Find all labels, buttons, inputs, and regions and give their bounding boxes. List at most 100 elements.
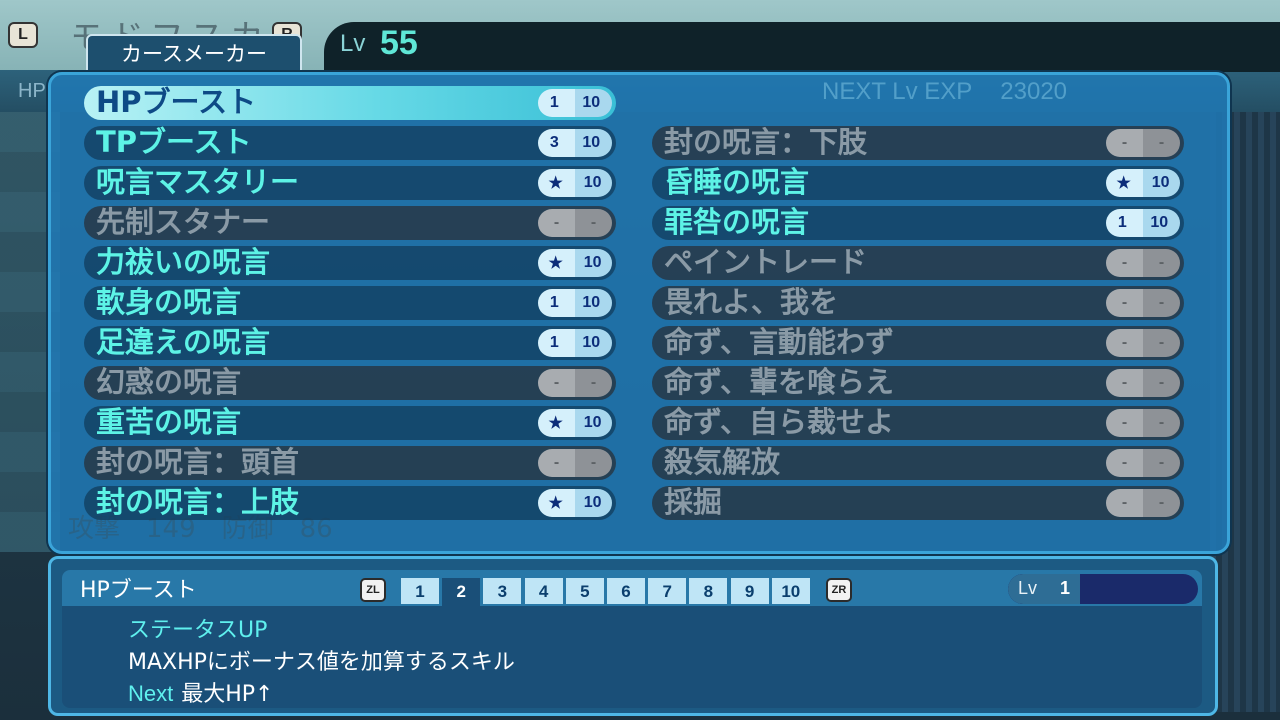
next-exp-value: 23020 bbox=[1000, 78, 1068, 105]
skill-category: ステータスUP bbox=[128, 618, 268, 643]
skill-name: 昏睡の呪言 bbox=[664, 165, 810, 199]
skill-current-level: ★ bbox=[548, 175, 563, 192]
skill-name: 重苦の呪言 bbox=[96, 405, 242, 439]
skill-max-level: 10 bbox=[1151, 174, 1170, 191]
skill-row[interactable]: 幻惑の呪言 - - bbox=[84, 365, 616, 400]
skill-level-badge: -- bbox=[1106, 489, 1180, 517]
skill-row[interactable]: HPブースト 1 10 bbox=[84, 85, 616, 120]
skill-level-badge: -- bbox=[538, 209, 612, 237]
skill-max-level: - bbox=[590, 454, 597, 471]
skill-level-badge: ★ 10 bbox=[538, 489, 612, 517]
skill-current-level: - bbox=[1121, 454, 1128, 471]
skill-name: 封の呪言：頭首 bbox=[96, 445, 300, 479]
skill-level-badge: ★ 10 bbox=[538, 169, 612, 197]
skill-current-level: - bbox=[1121, 294, 1128, 311]
level-value: 55 bbox=[380, 24, 418, 62]
level-tab[interactable]: 9 bbox=[730, 578, 769, 604]
level-tab[interactable]: 10 bbox=[771, 578, 810, 604]
level-tab[interactable]: 1 bbox=[401, 578, 439, 604]
skill-max-level: 10 bbox=[583, 494, 602, 511]
level-label: Lv bbox=[340, 30, 366, 57]
skill-current-level: - bbox=[1121, 414, 1128, 431]
level-tab[interactable]: 2 bbox=[442, 578, 481, 606]
skill-name: TPブースト bbox=[96, 125, 252, 159]
skill-max-level: - bbox=[1158, 374, 1165, 391]
skill-row[interactable]: 封の呪言：下肢 - - bbox=[652, 125, 1184, 160]
skill-max-level: - bbox=[590, 374, 597, 391]
skill-row[interactable]: 採掘 - - bbox=[652, 485, 1184, 520]
skill-level-badge: -- bbox=[1106, 289, 1180, 317]
skill-max-level: 10 bbox=[582, 94, 601, 111]
skill-name: ペイントレード bbox=[664, 245, 868, 279]
skill-level-badge: ★ 10 bbox=[538, 409, 612, 437]
skill-max-level: - bbox=[1158, 294, 1165, 311]
skill-name: 封の呪言：上肢 bbox=[96, 485, 300, 519]
skill-row[interactable]: ペイントレード - - bbox=[652, 245, 1184, 280]
skill-row[interactable]: 昏睡の呪言 ★ 10 bbox=[652, 165, 1184, 200]
level-tab[interactable]: 8 bbox=[689, 578, 728, 604]
skill-row[interactable]: 命ず、輩を喰らえ - - bbox=[652, 365, 1184, 400]
skill-name: 先制スタナー bbox=[96, 205, 271, 239]
skill-current-level: - bbox=[553, 454, 560, 471]
skill-row[interactable]: 呪言マスタリー ★ 10 bbox=[84, 165, 616, 200]
class-tab[interactable]: カースメーカー bbox=[86, 34, 302, 72]
skill-name: 幻惑の呪言 bbox=[96, 365, 242, 399]
skill-max-level: - bbox=[590, 214, 597, 231]
skill-name: 呪言マスタリー bbox=[96, 165, 300, 199]
level-tab[interactable]: 7 bbox=[648, 578, 687, 604]
skill-current-level: ★ bbox=[1116, 175, 1131, 192]
skill-current-level: - bbox=[1121, 334, 1128, 351]
skill-row[interactable]: TPブースト 3 10 bbox=[84, 125, 616, 160]
skill-row[interactable]: 畏れよ、我を - - bbox=[652, 285, 1184, 320]
next-exp: NEXT Lv EXP 23020 bbox=[822, 78, 1067, 106]
skill-row[interactable]: 足違えの呪言 1 10 bbox=[84, 325, 616, 360]
skill-current-level: - bbox=[1121, 134, 1128, 151]
skill-level-badge: 1 10 bbox=[538, 329, 612, 357]
skill-name: 命ず、輩を喰らえ bbox=[664, 365, 894, 399]
zr-button[interactable]: ZR bbox=[826, 578, 852, 602]
level-tab[interactable]: 3 bbox=[483, 578, 522, 604]
skill-current-level: - bbox=[553, 214, 560, 231]
skill-current-level: 1 bbox=[1117, 214, 1127, 231]
next-label: Next bbox=[128, 681, 174, 706]
skill-current-level: - bbox=[1121, 254, 1128, 271]
skill-level-badge: -- bbox=[538, 449, 612, 477]
level-tab[interactable]: 5 bbox=[565, 578, 604, 604]
skill-level-badge: -- bbox=[1106, 409, 1180, 437]
skill-level-badge: -- bbox=[1106, 369, 1180, 397]
skill-row[interactable]: 殺気解放 - - bbox=[652, 445, 1184, 480]
skill-current-level: - bbox=[553, 374, 560, 391]
skill-level-badge: -- bbox=[538, 369, 612, 397]
l-shoulder-button[interactable]: L bbox=[8, 22, 38, 48]
skill-row[interactable]: 封の呪言：上肢 ★ 10 bbox=[84, 485, 616, 520]
skill-max-level: - bbox=[1158, 414, 1165, 431]
skill-level-badge: 1 10 bbox=[1106, 209, 1180, 237]
skill-name: 軟身の呪言 bbox=[96, 285, 242, 319]
level-tab[interactable]: 6 bbox=[607, 578, 645, 604]
skill-row[interactable]: 命ず、自ら裁せよ - - bbox=[652, 405, 1184, 440]
skill-current-level: - bbox=[1121, 494, 1128, 511]
skill-max-level: - bbox=[1158, 254, 1165, 271]
skill-row[interactable]: 力祓いの呪言 ★ 10 bbox=[84, 245, 616, 280]
skill-row[interactable]: 軟身の呪言 1 10 bbox=[84, 285, 616, 320]
level-tab[interactable]: 4 bbox=[524, 578, 563, 604]
skill-level-badge: -- bbox=[1106, 129, 1180, 157]
skill-name: 罪咎の呪言 bbox=[664, 205, 810, 239]
skill-row[interactable]: 罪咎の呪言 1 10 bbox=[652, 205, 1184, 240]
skill-current-level: ★ bbox=[548, 255, 563, 272]
skill-row[interactable]: 先制スタナー - - bbox=[84, 205, 616, 240]
skill-row[interactable]: 封の呪言：頭首 - - bbox=[84, 445, 616, 480]
hp-ghost-label: HP bbox=[18, 80, 46, 102]
skill-row[interactable]: 命ず、言動能わず - - bbox=[652, 325, 1184, 360]
skill-level-value: 1 bbox=[1060, 578, 1071, 598]
zl-button[interactable]: ZL bbox=[360, 578, 386, 602]
skill-name: 命ず、言動能わず bbox=[664, 325, 894, 359]
next-exp-label: NEXT Lv EXP bbox=[822, 78, 973, 105]
skill-max-level: - bbox=[1158, 494, 1165, 511]
skill-max-level: 10 bbox=[1150, 214, 1169, 231]
skill-max-level: 10 bbox=[583, 414, 602, 431]
skill-name: 力祓いの呪言 bbox=[96, 245, 271, 279]
skill-row[interactable]: 重苦の呪言 ★ 10 bbox=[84, 405, 616, 440]
skill-level-badge: -- bbox=[1106, 449, 1180, 477]
skill-max-level: 10 bbox=[583, 254, 602, 271]
